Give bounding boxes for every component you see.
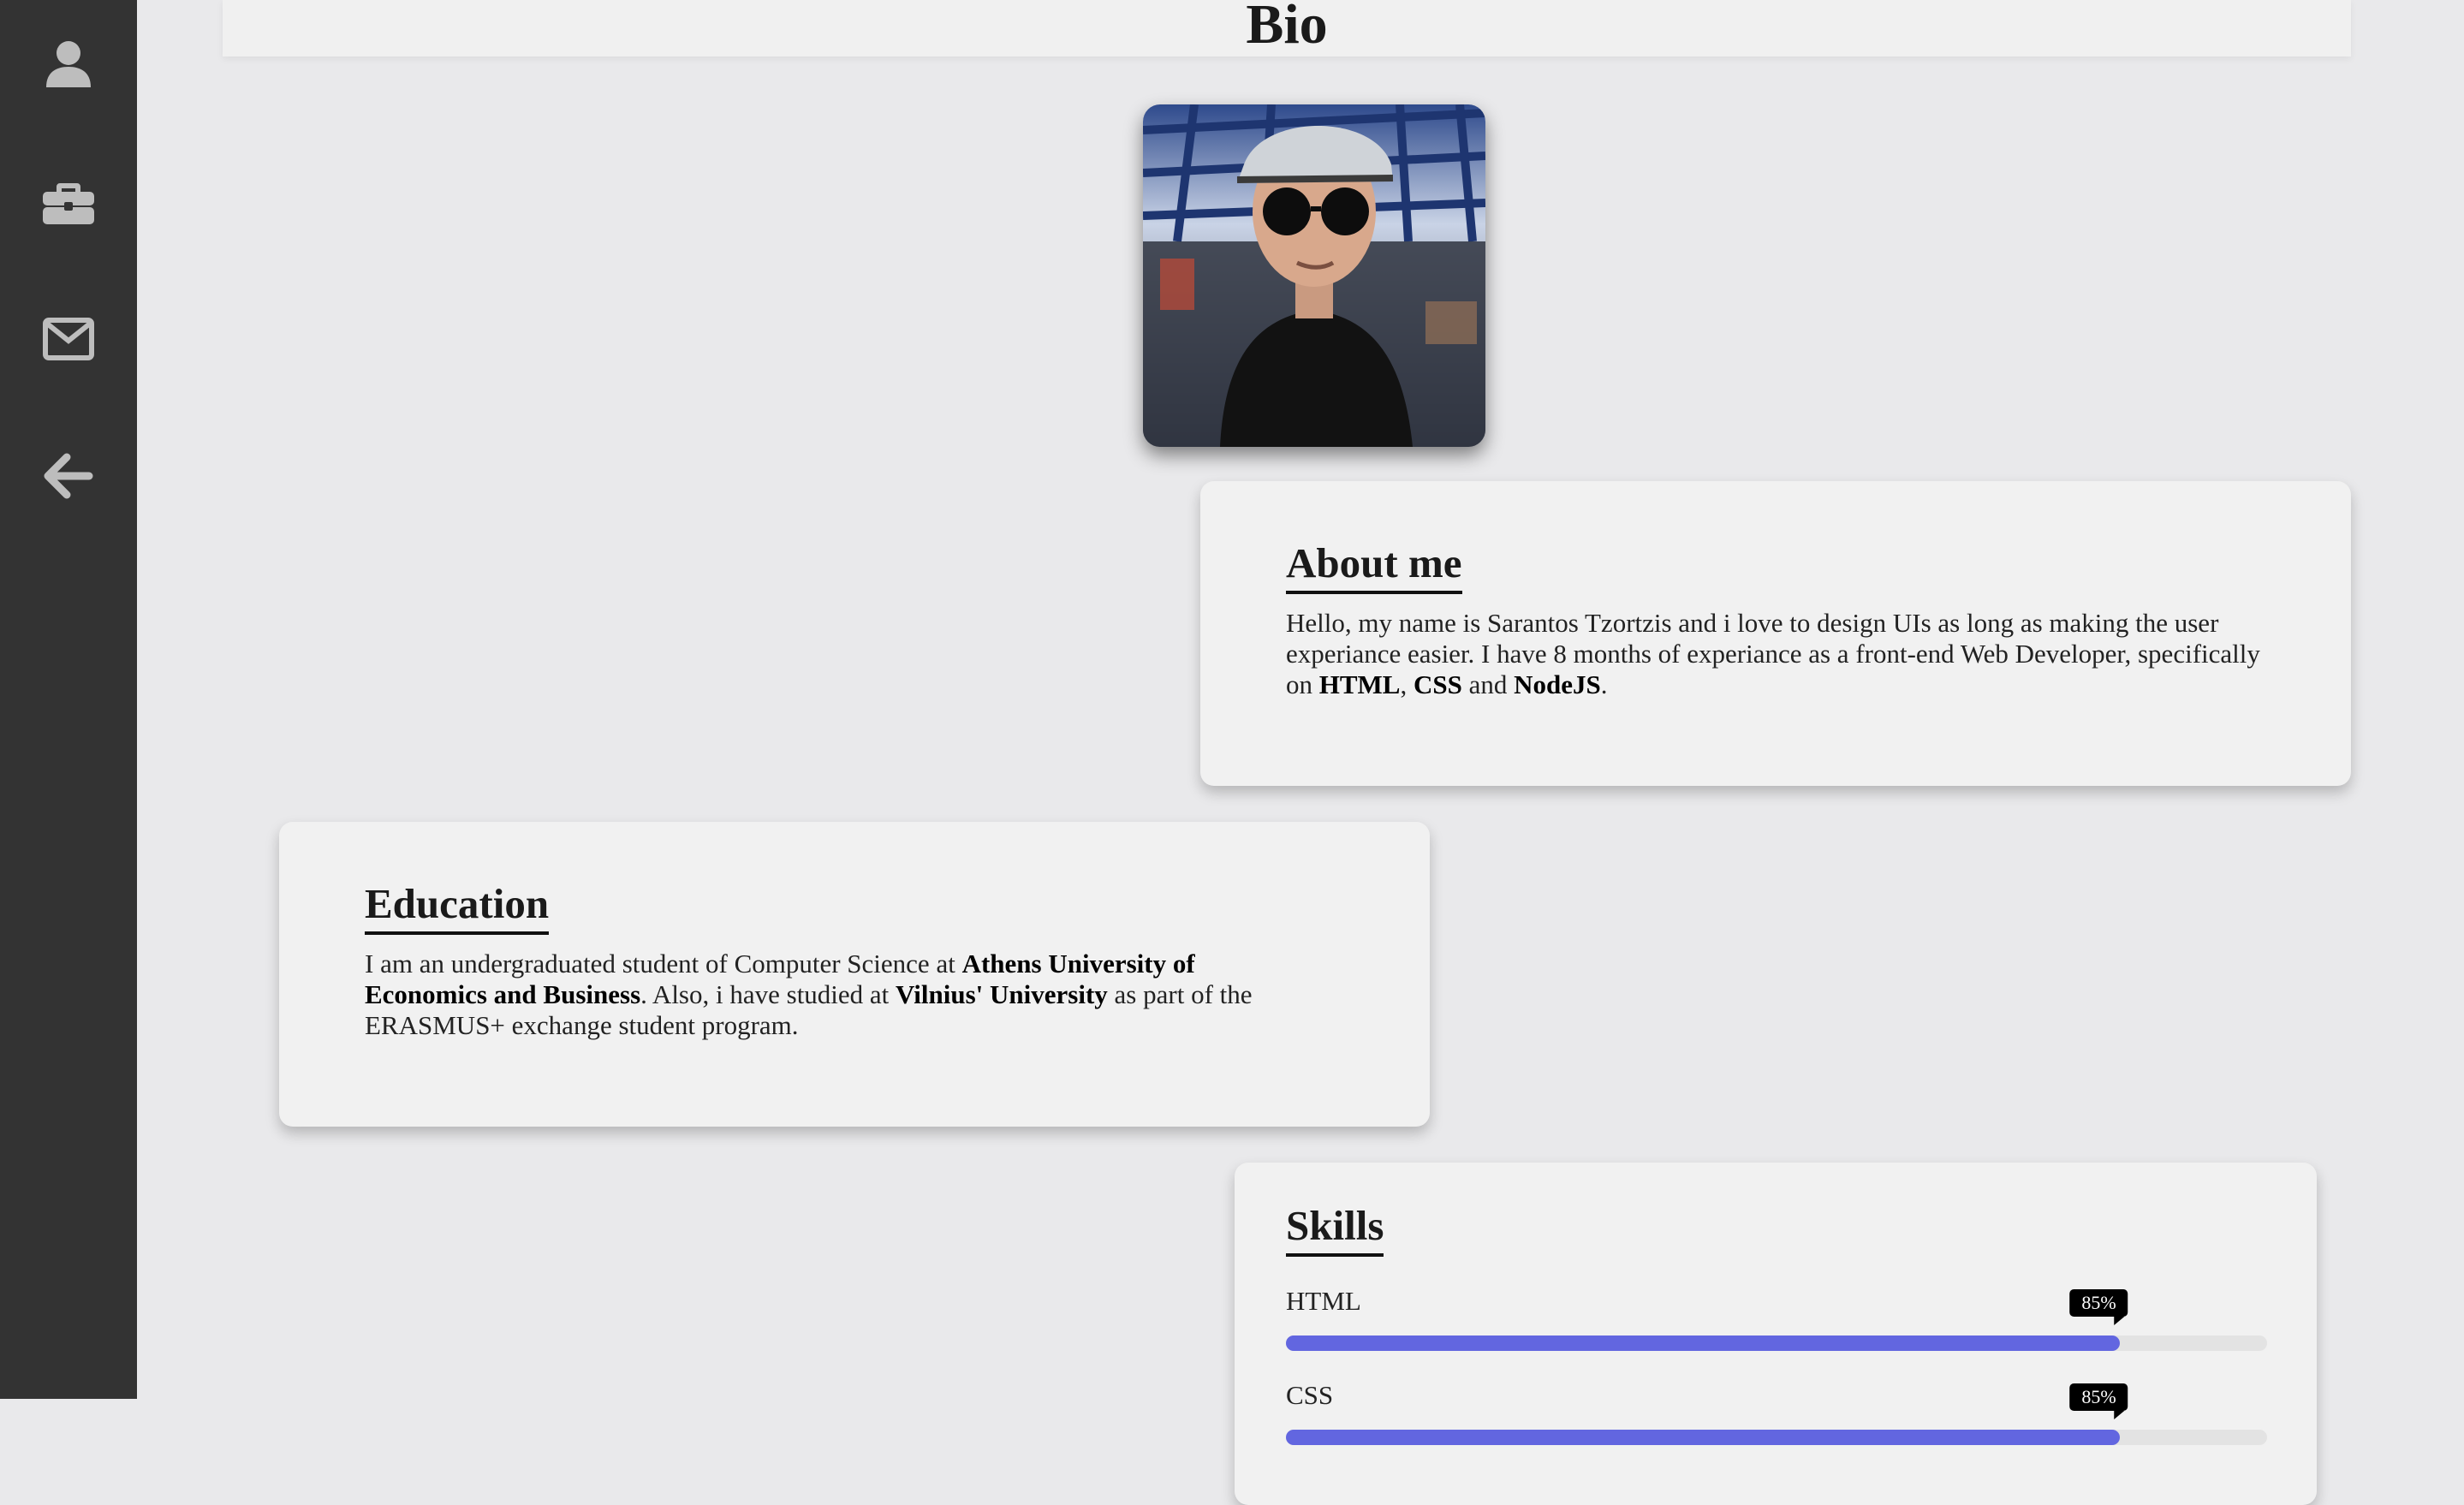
about-text-part: , (1400, 669, 1414, 699)
about-title: About me (1286, 538, 1462, 594)
page-title: Bio (1246, 0, 1328, 56)
user-icon (46, 41, 91, 87)
contact-button[interactable] (34, 305, 103, 373)
education-title: Education (365, 878, 550, 935)
envelope-icon (43, 318, 94, 360)
about-skill-html: HTML (1318, 669, 1401, 699)
skills-title: Skills (1286, 1200, 1384, 1257)
skill-percent-tooltip: 85% (2069, 1383, 2128, 1419)
skill-progress-track (1286, 1430, 2267, 1445)
skills-card: Skills HTML 85% CSS 85% (1235, 1163, 2317, 1505)
page-header: Bio (223, 0, 2351, 57)
education-card: Education I am an undergraduated student… (279, 822, 1430, 1127)
briefcase-icon (43, 183, 94, 224)
skill-progress-track (1286, 1335, 2267, 1351)
about-text-part: and (1461, 669, 1515, 699)
education-text-part: I am an undergraduated student of Comput… (365, 949, 962, 979)
about-card: About me Hello, my name is Sarantos Tzor… (1200, 481, 2351, 786)
profile-button[interactable] (34, 31, 103, 99)
education-university-vilnius: Vilnius' University (896, 979, 1108, 1009)
education-text: I am an undergraduated student of Comput… (365, 949, 1306, 1041)
profile-photo (1143, 104, 1485, 447)
skill-name: CSS (1286, 1380, 1334, 1410)
about-skill-css: CSS (1413, 669, 1462, 699)
skill-progress-fill (1286, 1335, 2121, 1351)
arrow-left-icon (44, 453, 93, 499)
about-skill-nodejs: NodeJS (1514, 669, 1601, 699)
skill-progress-fill (1286, 1430, 2121, 1445)
profile-photo-image (1143, 104, 1485, 447)
sidebar (0, 0, 137, 1399)
about-text-part: . (1600, 669, 1608, 699)
skill-name: HTML (1286, 1286, 1361, 1316)
about-text: Hello, my name is Sarantos Tzortzis and … (1286, 608, 2279, 700)
education-text-part: . Also, i have studied at (640, 979, 896, 1009)
back-button[interactable] (34, 442, 103, 510)
skill-percent-tooltip: 85% (2069, 1289, 2128, 1325)
work-button[interactable] (34, 168, 103, 236)
